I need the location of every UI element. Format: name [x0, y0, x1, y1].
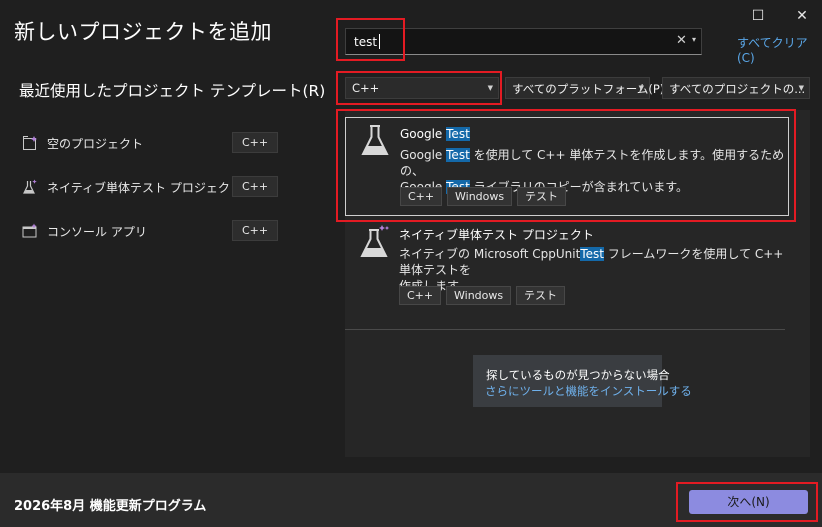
platform-filter-dropdown[interactable]: すべてのプラットフォーム(P) ▼ [505, 77, 664, 99]
empty-project-icon [23, 136, 37, 150]
annotation-box-google-test [336, 109, 796, 222]
tag-chip: Windows [446, 286, 512, 305]
console-app-icon [22, 223, 37, 238]
language-tag: C++ [232, 176, 279, 197]
maximize-icon: ☐ [751, 8, 765, 24]
results-divider [345, 329, 785, 330]
recent-item-label: ネイティブ単体テスト プロジェクト [47, 181, 242, 195]
maximize-button[interactable]: ☐ [748, 6, 768, 26]
recent-item-label: コンソール アプリ [47, 225, 147, 239]
recent-item-native-unit-test[interactable]: ネイティブ単体テスト プロジェクト C++ [20, 176, 280, 200]
annotation-box-language [336, 71, 502, 105]
recent-templates-heading: 最近使用したプロジェクト テンプレート(R) [19, 82, 326, 100]
close-button[interactable]: ✕ [792, 6, 812, 26]
project-type-filter-dropdown[interactable]: すべてのプロジェクトの... ▼ [662, 77, 810, 99]
language-tag: C++ [232, 220, 279, 241]
language-tag: C++ [232, 132, 279, 153]
flask-icon [360, 225, 389, 257]
install-more-tools-link[interactable]: さらにツールと機能をインストールする [485, 383, 692, 399]
not-found-panel: 探しているものが見つからない場合 さらにツールと機能をインストールする [473, 355, 692, 407]
page-title: 新しいプロジェクトを追加 [14, 20, 272, 44]
flask-icon [23, 179, 37, 194]
template-name: ネイティブ単体テスト プロジェクト [399, 228, 594, 242]
not-found-text: 探しているものが見つからない場合 [486, 368, 670, 382]
close-icon: ✕ [796, 8, 808, 24]
search-history-dropdown-icon[interactable]: ▾ [692, 35, 696, 44]
annotation-box-search [336, 18, 405, 61]
chevron-down-icon: ▼ [638, 84, 644, 92]
recent-item-empty-project[interactable]: 空のプロジェクト C++ [20, 132, 280, 156]
tag-chip: テスト [516, 286, 565, 305]
clear-search-icon[interactable]: ✕ [676, 33, 687, 48]
clear-all-link[interactable]: すべてクリア(C) [737, 34, 822, 65]
chevron-down-icon: ▼ [798, 84, 804, 92]
tag-chip: C++ [399, 286, 442, 305]
recent-item-console-app[interactable]: コンソール アプリ C++ [20, 220, 280, 244]
annotation-box-next [676, 482, 818, 522]
version-label: 2026年8月 機能更新プログラム [14, 499, 207, 514]
template-native-unit-test[interactable]: ネイティブ単体テスト プロジェクト ネイティブの Microsoft CppUn… [345, 222, 789, 322]
recent-item-label: 空のプロジェクト [47, 137, 144, 151]
project-type-filter-value: すべてのプロジェクトの... [669, 82, 806, 96]
